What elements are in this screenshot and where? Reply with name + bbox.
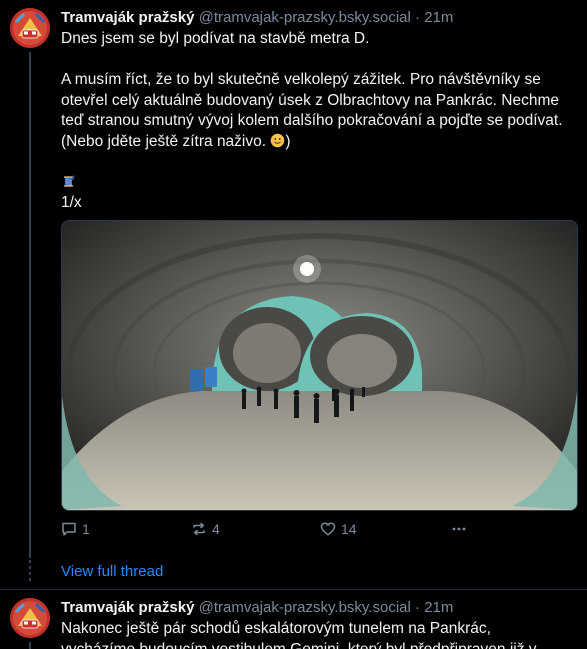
more-options-button[interactable] (451, 519, 467, 539)
timestamp[interactable]: 21m (424, 9, 453, 26)
metro-tunnel-photo (62, 221, 577, 510)
timestamp[interactable]: 21m (424, 599, 453, 616)
post-line-1: Nakonec ještě pár schodů eskalátorovým t… (61, 620, 491, 637)
avatar[interactable] (10, 8, 50, 48)
post-paragraph-2-text: A musím říct, že to byl skutečně velkole… (61, 71, 563, 150)
heart-icon (320, 522, 336, 536)
author-name[interactable]: Tramvaják pražský (61, 599, 194, 616)
reply-count: 1 (82, 521, 90, 537)
thread-line (29, 642, 31, 649)
post-line-2: vycházíme budoucím vestibulem Gemini, kt… (61, 640, 537, 649)
like-button[interactable]: 14 (320, 519, 357, 539)
separator: · (415, 9, 421, 26)
speech-bubble-icon (62, 522, 76, 536)
reply-button[interactable]: 1 (61, 519, 90, 539)
post-actions: 1 4 14 (61, 519, 481, 539)
smiling-face-emoji-icon (271, 133, 285, 147)
author-handle[interactable]: @tramvajak-prazsky.bsky.social (199, 9, 411, 26)
separator: · (415, 599, 421, 616)
feed: Tramvaják pražský @tramvajak-prazsky.bsk… (0, 0, 587, 649)
ellipsis-icon (452, 527, 466, 531)
post-header: Tramvaják pražský @tramvajak-prazsky.bsk… (61, 598, 453, 618)
thread-emoji-line (61, 173, 579, 194)
author-handle[interactable]: @tramvajak-prazsky.bsky.social (199, 599, 411, 616)
repost-arrows-icon (193, 522, 205, 536)
post-paragraph-2-end: ) (285, 132, 291, 150)
avatar[interactable] (10, 598, 50, 638)
view-full-thread-link[interactable]: View full thread (61, 562, 163, 582)
thread-line (29, 52, 31, 558)
post-text: Dnes jsem se byl podívat na stavbě metra… (61, 29, 579, 214)
post-paragraph-2: A musím říct, že to byl skutečně velkole… (61, 70, 579, 152)
post-text: Nakonec ještě pár schodů eskalátorovým t… (61, 619, 579, 649)
author-name[interactable]: Tramvaják pražský (61, 9, 194, 26)
post-image[interactable] (61, 220, 578, 511)
thread-counter: 1/x (61, 194, 82, 211)
post-divider (0, 589, 587, 590)
spool-of-thread-emoji-icon (64, 174, 75, 187)
post-paragraph-1: Dnes jsem se byl podívat na stavbě metra… (61, 30, 370, 47)
post-header: Tramvaják pražský @tramvajak-prazsky.bsk… (61, 8, 453, 28)
repost-button[interactable]: 4 (191, 519, 220, 539)
like-count: 14 (341, 521, 357, 537)
repost-count: 4 (212, 521, 220, 537)
thread-continuation-dots (29, 560, 31, 582)
avatar-image (10, 8, 50, 48)
avatar-image (10, 598, 50, 638)
